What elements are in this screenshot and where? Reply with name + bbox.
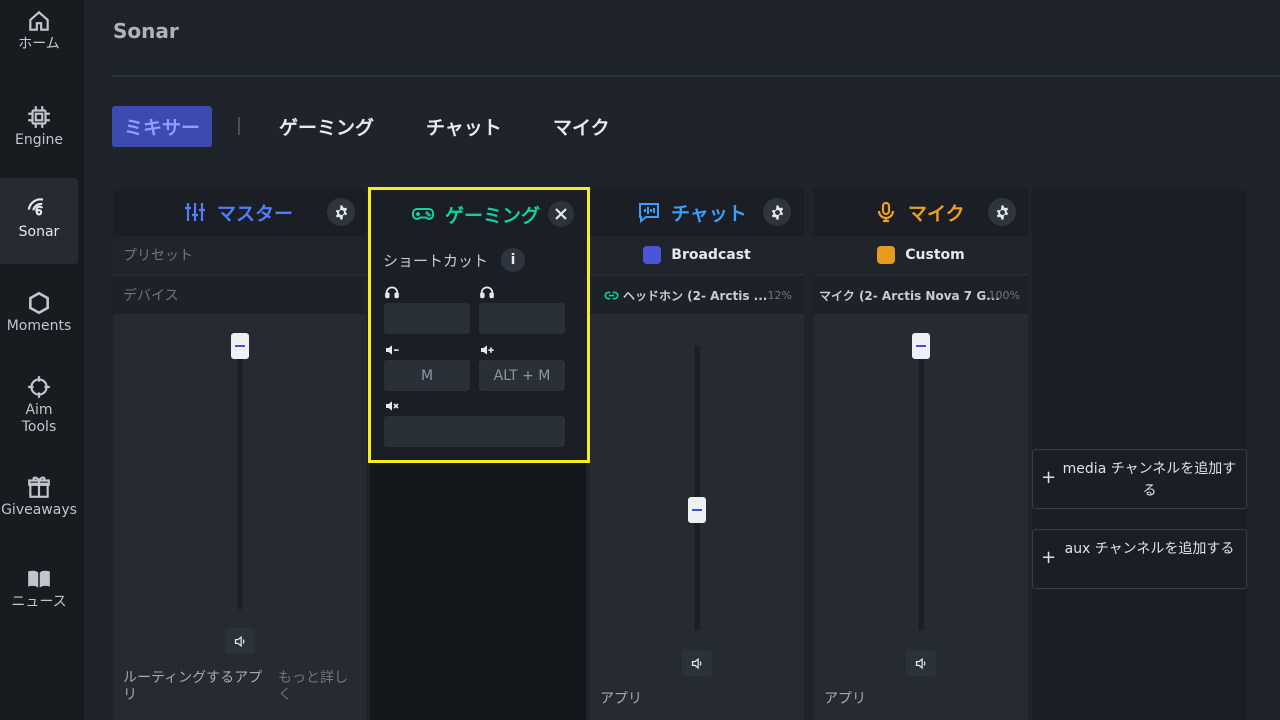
sidebar-item-news[interactable]: ニュース — [0, 566, 78, 652]
master-title: マスター — [183, 188, 293, 236]
shortcut-output-2-input[interactable] — [479, 303, 565, 334]
sidebar-item-sonar[interactable]: Sonar — [0, 178, 78, 264]
mic-preset-row[interactable]: Custom — [814, 236, 1028, 274]
mic-apps-label: アプリ — [824, 691, 866, 707]
sliders-icon — [185, 203, 205, 221]
master-preset-row[interactable]: プリセット — [113, 236, 366, 274]
chat-device-row[interactable]: ヘッドホン (2- Arctis ... 12% — [590, 276, 804, 314]
chat-fader-track[interactable] — [694, 345, 700, 631]
hexagon-icon — [29, 291, 49, 315]
add-aux-channel-button[interactable]: + aux チャンネルを追加する — [1032, 529, 1247, 589]
sidebar-item-moments[interactable]: Moments — [0, 290, 78, 376]
shortcut-label: ショートカット — [383, 252, 489, 270]
speaker-icon — [915, 657, 925, 669]
sidebar-label: Aim — [25, 402, 53, 418]
chat-panel: チャット Broadcast ヘッドホン (2- Arctis ... 12% … — [590, 188, 804, 720]
page-title: Sonar — [113, 19, 179, 43]
plus-icon: + — [1041, 467, 1057, 488]
sidebar-item-giveaways[interactable]: Giveaways — [0, 474, 78, 560]
tab-mixer[interactable]: ミキサー — [112, 106, 213, 147]
sidebar-label: Engine — [15, 132, 63, 148]
tab-chat[interactable]: チャット — [426, 106, 502, 147]
master-fader-track[interactable] — [237, 348, 243, 610]
close-popup-button[interactable] — [548, 201, 574, 227]
shortcut-volume-down-input[interactable]: M — [384, 360, 470, 391]
master-header: マスター — [113, 188, 366, 236]
mic-settings-button[interactable] — [988, 198, 1016, 226]
speaker-icon — [691, 657, 701, 669]
chat-preset-row[interactable]: Broadcast — [590, 236, 804, 274]
gear-icon — [771, 204, 783, 220]
mic-title: マイク — [874, 188, 965, 236]
gear-icon — [996, 204, 1008, 220]
master-mute-button[interactable] — [225, 628, 255, 654]
add-media-channel-button[interactable]: + media チャンネルを追加する — [1032, 449, 1247, 509]
shortcut-output-1-input[interactable] — [384, 303, 470, 334]
sidebar-item-aim-tools[interactable]: Aim Tools — [0, 374, 78, 460]
header-divider — [112, 75, 1280, 77]
sidebar-label: Sonar — [18, 224, 60, 240]
custom-preset-icon — [877, 246, 896, 264]
master-fader-thumb[interactable] — [231, 333, 249, 359]
home-icon — [29, 10, 49, 31]
sidebar: ホーム Engine Sonar Moments Aim Tools Givea… — [0, 0, 84, 720]
gift-icon — [28, 476, 50, 498]
chat-wave-icon — [639, 203, 659, 224]
tab-gaming[interactable]: ゲーミング — [279, 106, 374, 147]
chat-mute-button[interactable] — [682, 650, 712, 676]
link-icon — [604, 291, 619, 299]
volume-up-icon — [481, 345, 494, 355]
chat-fader-thumb[interactable] — [688, 497, 706, 523]
gaming-title: ゲーミング — [411, 190, 540, 238]
broadcast-preset-icon — [643, 246, 662, 264]
headphones-icon — [385, 286, 399, 299]
mic-device-row[interactable]: マイク (2- Arctis Nova 7 G... 100% — [814, 276, 1028, 314]
sidebar-label: Giveaways — [1, 502, 77, 518]
gear-icon — [335, 204, 347, 220]
crosshair-icon — [28, 376, 50, 398]
chat-header: チャット — [590, 188, 804, 236]
mic-header: マイク — [814, 188, 1028, 236]
microphone-icon — [877, 201, 895, 223]
gaming-shortcut-popup: ゲーミング ショートカット i M ALT + M — [368, 187, 590, 463]
chat-apps-label: アプリ — [600, 691, 642, 707]
sidebar-label: Tools — [21, 419, 57, 435]
shortcut-volume-up-input[interactable]: ALT + M — [479, 360, 565, 391]
chat-settings-button[interactable] — [763, 198, 791, 226]
sidebar-label: ニュース — [11, 594, 67, 610]
speaker-icon — [234, 635, 244, 647]
gamepad-icon — [412, 208, 434, 220]
info-icon[interactable]: i — [501, 248, 525, 272]
sonar-icon — [27, 198, 44, 216]
headphones-icon — [480, 286, 494, 299]
volume-down-icon — [386, 345, 399, 355]
chip-icon — [28, 106, 50, 128]
master-settings-button[interactable] — [327, 198, 355, 226]
sidebar-label: Moments — [6, 318, 72, 334]
plus-icon: + — [1041, 547, 1057, 568]
book-icon — [28, 570, 50, 588]
master-device-row[interactable]: デバイス — [113, 276, 366, 314]
chat-title: チャット — [637, 188, 747, 236]
tab-separator — [238, 117, 240, 135]
more-info-link[interactable]: もっと詳しく — [278, 670, 356, 704]
sidebar-item-home[interactable]: ホーム — [0, 8, 78, 94]
shortcut-mute-input[interactable] — [384, 416, 565, 447]
routing-apps-label: ルーティングするアプリ — [123, 670, 263, 703]
mic-fader-thumb[interactable] — [912, 333, 930, 359]
mic-fader-track[interactable] — [918, 348, 924, 631]
mic-mute-button[interactable] — [906, 650, 936, 676]
sidebar-label: ホーム — [18, 36, 60, 52]
mute-icon — [386, 401, 399, 411]
master-panel: マスター プリセット デバイス ルーティングするアプリ もっと詳しく — [113, 188, 366, 720]
tab-mic[interactable]: マイク — [553, 106, 610, 147]
close-icon — [555, 208, 567, 220]
mic-panel: マイク Custom マイク (2- Arctis Nova 7 G... 10… — [814, 188, 1028, 720]
